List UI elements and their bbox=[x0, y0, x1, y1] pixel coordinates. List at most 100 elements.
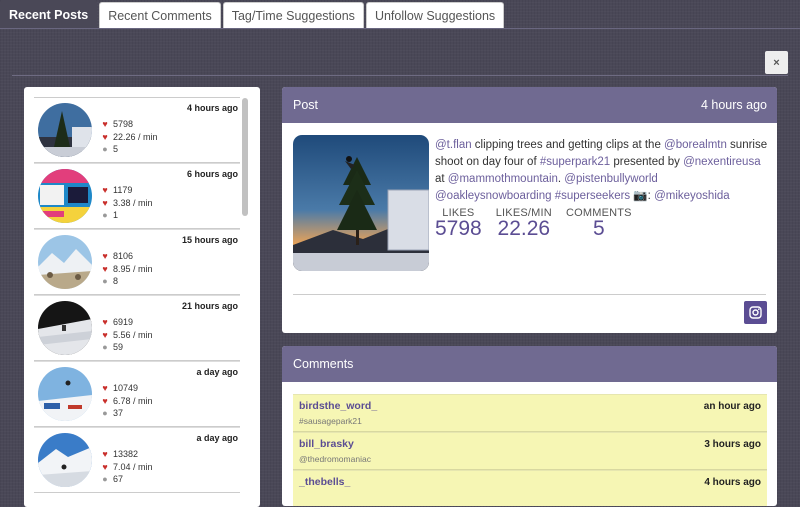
post-metrics: LIKES 5798 LIKES/MIN 22.26 COMMENTS 5 bbox=[435, 207, 646, 239]
tab-recent-comments[interactable]: Recent Comments bbox=[99, 2, 221, 28]
comments-row: ● 8 bbox=[100, 275, 153, 288]
post-time: 21 hours ago bbox=[181, 301, 238, 311]
post-stats: ♥ 13382 ♥ 7.04 / min ● 67 bbox=[100, 448, 153, 486]
instagram-button[interactable] bbox=[744, 301, 767, 324]
heartbeat-icon: ♥ bbox=[102, 197, 108, 208]
post-photo bbox=[293, 135, 429, 271]
caption-link[interactable]: #superseekers bbox=[555, 190, 630, 202]
likes-row: ♥ 1179 bbox=[100, 184, 153, 197]
post-stats: ♥ 10749 ♥ 6.78 / min ● 37 bbox=[100, 382, 153, 420]
rate-row: ♥ 6.78 / min bbox=[100, 395, 153, 408]
caption-link[interactable]: @oakleysnowboarding bbox=[435, 190, 552, 202]
comment-bubble-icon: ● bbox=[102, 474, 108, 484]
post-stats: ♥ 5798 ♥ 22.26 / min ● 5 bbox=[100, 118, 158, 156]
rate-row: ♥ 5.56 / min bbox=[100, 329, 153, 342]
comment-row[interactable]: birdsthe_word_ #sausagepark21 an hour ago bbox=[293, 394, 767, 432]
likes-row: ♥ 8106 bbox=[100, 250, 153, 263]
post-list-item[interactable]: ♥ 5798 ♥ 22.26 / min ● 5 4 hours ago bbox=[34, 97, 240, 163]
post-caption: @t.flan clipping trees and getting clips… bbox=[435, 137, 769, 205]
likes-count: 6919 bbox=[113, 317, 134, 327]
caption-link[interactable]: @nexentireusa bbox=[683, 156, 761, 168]
caption-link[interactable]: @mammothmountain bbox=[448, 173, 558, 185]
caption-text: at bbox=[435, 173, 448, 185]
post-time: a day ago bbox=[196, 367, 238, 377]
comments-count: 1 bbox=[113, 210, 119, 220]
caption-link[interactable]: @borealmtn bbox=[664, 139, 727, 151]
post-stats: ♥ 8106 ♥ 8.95 / min ● 8 bbox=[100, 250, 153, 288]
tab-recent-posts[interactable]: Recent Posts bbox=[0, 0, 98, 28]
comment-row[interactable]: bill_brasky @thedromomaniac 3 hours ago bbox=[293, 432, 767, 470]
comment-time: an hour ago bbox=[703, 401, 761, 412]
post-header: Post 4 hours ago bbox=[282, 87, 777, 123]
likes-row: ♥ 10749 bbox=[100, 382, 153, 395]
post-list: ♥ 5798 ♥ 22.26 / min ● 5 4 hours ago ♥ 1179 ♥ 3.38… bbox=[34, 97, 260, 493]
comments-row: ● 37 bbox=[100, 407, 153, 420]
metric-likes-value: 5798 bbox=[435, 217, 482, 240]
comment-time: 4 hours ago bbox=[704, 477, 761, 488]
post-list-item[interactable]: ♥ 8106 ♥ 8.95 / min ● 8 15 hours ago bbox=[34, 229, 240, 295]
likes-rate: 8.95 / min bbox=[113, 263, 153, 274]
heartbeat-icon: ♥ bbox=[102, 131, 108, 142]
post-image bbox=[293, 135, 429, 271]
post-separator bbox=[293, 294, 766, 295]
comments-header-title: Comments bbox=[293, 357, 354, 371]
post-list-item[interactable]: ♥ 10749 ♥ 6.78 / min ● 37 a day ago bbox=[34, 361, 240, 427]
post-list-item[interactable]: ♥ 1179 ♥ 3.38 / min ● 1 6 hours ago bbox=[34, 163, 240, 229]
metric-likes-per-min-value: 22.26 bbox=[497, 217, 551, 240]
post-thumbnail bbox=[38, 367, 92, 421]
heartbeat-icon: ♥ bbox=[102, 395, 108, 406]
post-thumbnail bbox=[38, 433, 92, 487]
likes-rate: 5.56 / min bbox=[113, 329, 153, 340]
likes-rate: 7.04 / min bbox=[113, 461, 153, 472]
likes-count: 13382 bbox=[113, 449, 139, 459]
heartbeat-icon: ♥ bbox=[102, 329, 108, 340]
heartbeat-icon: ♥ bbox=[102, 263, 108, 274]
rate-row: ♥ 8.95 / min bbox=[100, 263, 153, 276]
likes-count: 5798 bbox=[113, 119, 134, 129]
caption-text: 📷: bbox=[630, 190, 655, 202]
comment-row[interactable]: _thebells_ 4 hours ago bbox=[293, 470, 767, 506]
comment-bubble-icon: ● bbox=[102, 276, 108, 286]
post-time: 15 hours ago bbox=[181, 235, 238, 245]
post-header-time: 4 hours ago bbox=[700, 98, 767, 112]
post-thumbnail bbox=[38, 301, 92, 355]
likes-row: ♥ 6919 bbox=[100, 316, 153, 329]
caption-link[interactable]: #superpark21 bbox=[540, 156, 610, 168]
post-list-item[interactable]: ♥ 13382 ♥ 7.04 / min ● 67 a day ago bbox=[34, 427, 240, 493]
tab-unfollow-suggestions[interactable]: Unfollow Suggestions bbox=[365, 2, 505, 28]
comments-count: 5 bbox=[113, 144, 119, 154]
thumbnail-image bbox=[38, 433, 92, 487]
tab-tag-time-suggestions[interactable]: Tag/Time Suggestions bbox=[222, 2, 364, 28]
close-button[interactable]: × bbox=[765, 51, 788, 74]
comments-count: 59 bbox=[113, 342, 124, 352]
metric-comments-value: 5 bbox=[592, 217, 605, 240]
comment-bubble-icon: ● bbox=[102, 210, 108, 220]
heartbeat-icon: ♥ bbox=[102, 461, 108, 472]
comment-user[interactable]: birdsthe_word_ bbox=[299, 400, 761, 412]
comments-row: ● 67 bbox=[100, 473, 153, 486]
thumbnail-image bbox=[38, 103, 92, 157]
thumbnail-image bbox=[38, 235, 92, 289]
likes-rate: 6.78 / min bbox=[113, 395, 153, 406]
comment-user[interactable]: bill_brasky bbox=[299, 438, 761, 450]
rate-row: ♥ 22.26 / min bbox=[100, 131, 157, 144]
rate-row: ♥ 3.38 / min bbox=[100, 197, 152, 210]
comment-text: #sausagepark21 bbox=[299, 416, 362, 426]
comments-count: 67 bbox=[113, 474, 124, 484]
caption-link[interactable]: @t.flan bbox=[435, 139, 472, 151]
comments-row: ● 5 bbox=[100, 143, 158, 156]
post-stats: ♥ 1179 ♥ 3.38 / min ● 1 bbox=[100, 184, 153, 222]
thumbnail-image bbox=[38, 169, 92, 223]
caption-link[interactable]: @mikeyoshida bbox=[654, 190, 730, 202]
caption-text: clipping trees and getting clips at the bbox=[471, 139, 665, 151]
comment-user[interactable]: _thebells_ bbox=[299, 476, 761, 488]
likes-row: ♥ 5798 bbox=[100, 118, 158, 131]
comments-count: 37 bbox=[113, 408, 124, 418]
post-list-item[interactable]: ♥ 6919 ♥ 5.56 / min ● 59 21 hours ago bbox=[34, 295, 240, 361]
caption-link[interactable]: @pistenbullyworld bbox=[564, 173, 658, 185]
post-time: a day ago bbox=[196, 433, 238, 443]
post-panel: Post 4 hours ago @t.flan clipping trees … bbox=[282, 87, 777, 333]
thumbnail-image bbox=[38, 301, 92, 355]
instagram-icon bbox=[749, 306, 762, 319]
list-scrollbar[interactable] bbox=[242, 98, 248, 216]
